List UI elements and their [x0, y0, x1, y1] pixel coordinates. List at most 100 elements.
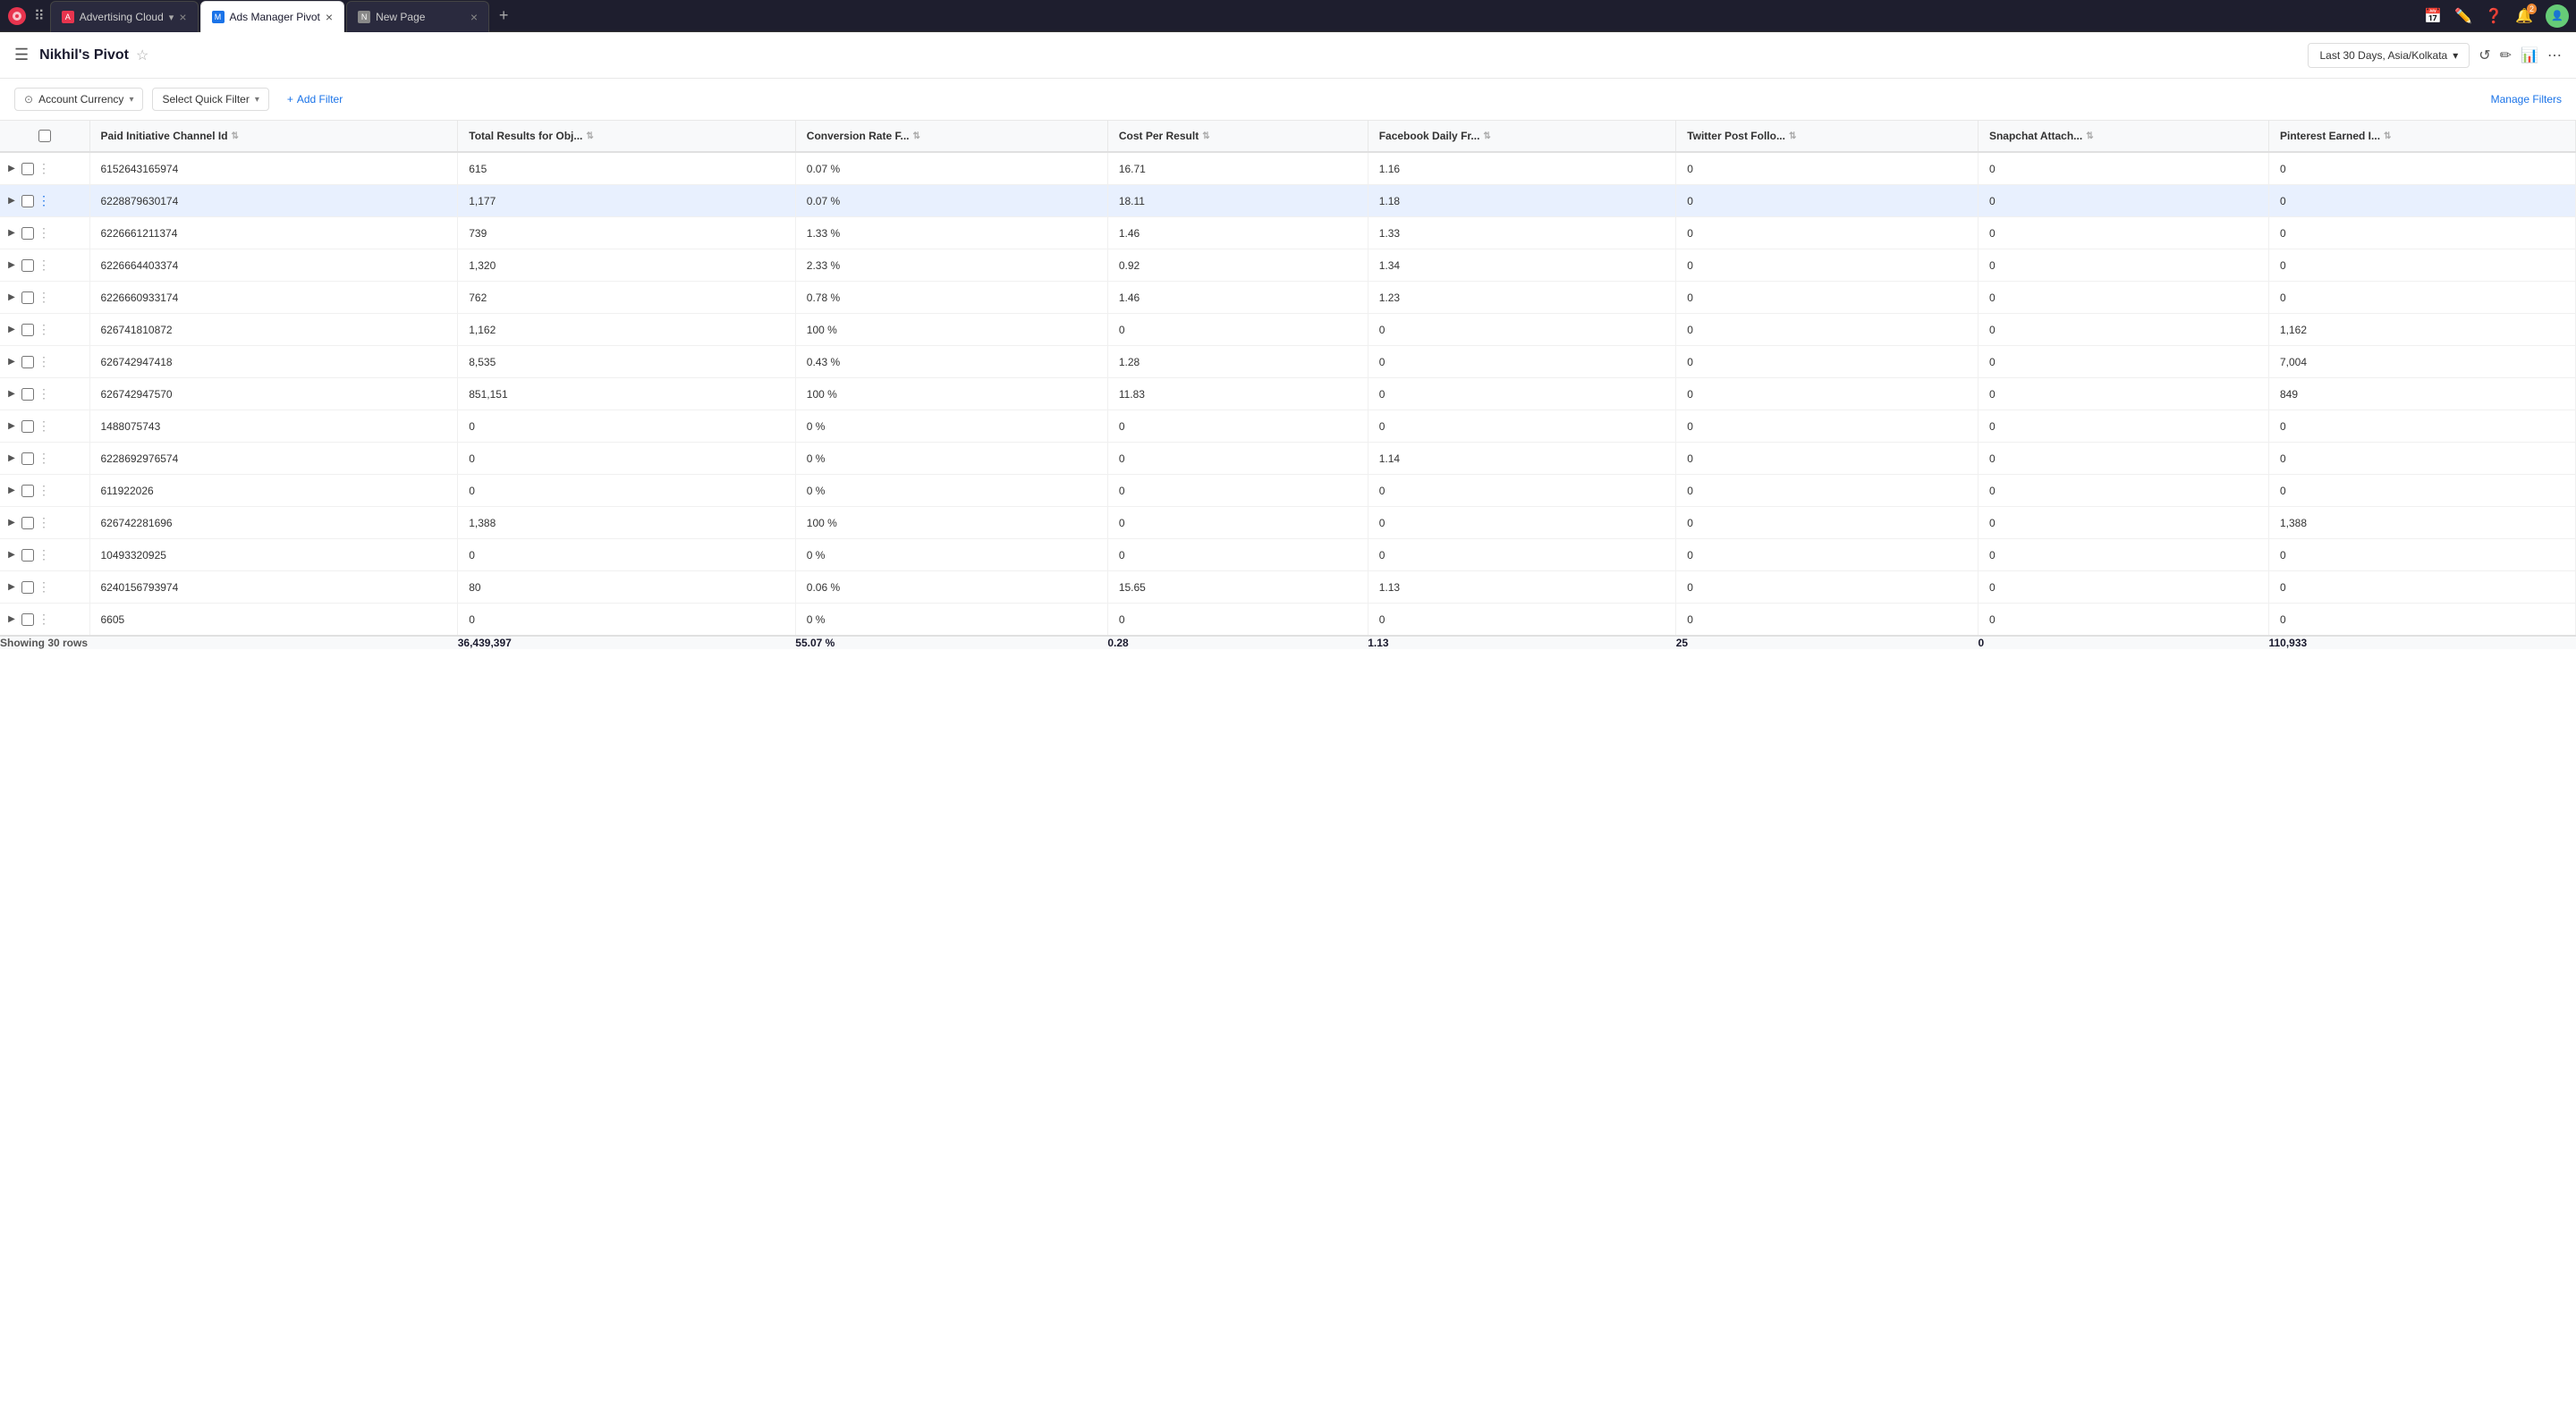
th-snapchat-attach[interactable]: Snapchat Attach... ⇅: [1978, 121, 2268, 152]
row-controls-cell-2: ▶ ⋮: [0, 217, 89, 249]
row-controls-cell-0: ▶ ⋮: [0, 152, 89, 185]
row-controls-cell-14: ▶ ⋮: [0, 604, 89, 637]
app-logo[interactable]: [7, 0, 27, 31]
row-checkbox-8[interactable]: [21, 420, 34, 433]
th-cost-per-result[interactable]: Cost Per Result ⇅: [1107, 121, 1368, 152]
row-expand-btn-7[interactable]: ▶: [5, 389, 18, 399]
row-expand-btn-9[interactable]: ▶: [5, 453, 18, 463]
tab-close-advertising-cloud[interactable]: ×: [179, 11, 186, 23]
favorite-star-icon[interactable]: ☆: [136, 46, 148, 64]
account-currency-filter[interactable]: ⊙ Account Currency ▾: [14, 88, 143, 111]
manage-filters-link[interactable]: Manage Filters: [2491, 93, 2562, 106]
hamburger-menu[interactable]: ☰: [14, 46, 29, 64]
th-conversion-rate[interactable]: Conversion Rate F... ⇅: [795, 121, 1107, 152]
row-menu-14[interactable]: ⋮: [38, 612, 50, 627]
row-checkbox-1[interactable]: [21, 195, 34, 207]
row-menu-0[interactable]: ⋮: [38, 161, 50, 176]
row-menu-10[interactable]: ⋮: [38, 483, 50, 498]
row-menu-4[interactable]: ⋮: [38, 290, 50, 305]
row-menu-3[interactable]: ⋮: [38, 258, 50, 273]
row-menu-11[interactable]: ⋮: [38, 515, 50, 530]
user-avatar[interactable]: 👤: [2546, 4, 2569, 28]
tab-dropdown-advertising-cloud[interactable]: ▾: [169, 12, 174, 23]
row-checkbox-5[interactable]: [21, 324, 34, 336]
row-facebook-daily-7: 0: [1368, 378, 1675, 410]
row-expand-btn-6[interactable]: ▶: [5, 357, 18, 367]
th-total-results[interactable]: Total Results for Obj... ⇅: [458, 121, 796, 152]
row-expand-btn-12[interactable]: ▶: [5, 550, 18, 560]
row-checkbox-14[interactable]: [21, 613, 34, 626]
data-table-wrapper: Paid Initiative Channel Id ⇅ Total Resul…: [0, 121, 2576, 649]
row-expand-btn-14[interactable]: ▶: [5, 614, 18, 624]
quick-filter-dropdown-arrow: ▾: [255, 95, 259, 105]
row-menu-13[interactable]: ⋮: [38, 579, 50, 595]
row-pinterest-earned-8: 0: [2268, 410, 2575, 443]
row-menu-2[interactable]: ⋮: [38, 225, 50, 241]
row-checkbox-4[interactable]: [21, 291, 34, 304]
row-twitter-post-9: 0: [1676, 443, 1979, 475]
row-expand-btn-3[interactable]: ▶: [5, 260, 18, 270]
table-row: ▶ ⋮ 626741810872 1,162 100 % 0 0 0 0 1,1…: [0, 314, 2576, 346]
row-conversion-rate-6: 0.43 %: [795, 346, 1107, 378]
table-footer-row: Showing 30 rows 36,439,397 55.07 % 0.28 …: [0, 636, 2576, 649]
row-pinterest-earned-0: 0: [2268, 152, 2575, 185]
row-snapchat-attach-13: 0: [1978, 571, 2268, 604]
row-checkbox-12[interactable]: [21, 549, 34, 562]
row-snapchat-attach-7: 0: [1978, 378, 2268, 410]
row-expand-btn-4[interactable]: ▶: [5, 292, 18, 302]
quick-filter-label: Select Quick Filter: [162, 93, 249, 106]
th-pinterest-earned[interactable]: Pinterest Earned I... ⇅: [2268, 121, 2575, 152]
calendar-icon[interactable]: 📅: [2424, 7, 2442, 25]
row-cost-per-result-9: 0: [1107, 443, 1368, 475]
tab-close-ads-manager[interactable]: ×: [326, 11, 333, 23]
row-expand-btn-2[interactable]: ▶: [5, 228, 18, 238]
row-twitter-post-13: 0: [1676, 571, 1979, 604]
row-expand-btn-8[interactable]: ▶: [5, 421, 18, 431]
tab-new-page[interactable]: N New Page ×: [346, 1, 489, 32]
th-twitter-post[interactable]: Twitter Post Follo... ⇅: [1676, 121, 1979, 152]
row-menu-7[interactable]: ⋮: [38, 386, 50, 401]
more-icon[interactable]: ⋯: [2547, 46, 2562, 64]
row-menu-5[interactable]: ⋮: [38, 322, 50, 337]
app-grid-icon[interactable]: ⠿: [34, 0, 45, 31]
row-menu-8[interactable]: ⋮: [38, 418, 50, 434]
row-checkbox-11[interactable]: [21, 517, 34, 529]
header-checkbox[interactable]: [38, 130, 51, 142]
row-checkbox-3[interactable]: [21, 259, 34, 272]
chart-icon[interactable]: 📊: [2521, 46, 2538, 64]
row-menu-12[interactable]: ⋮: [38, 547, 50, 562]
bell-icon[interactable]: 🔔2: [2515, 7, 2533, 25]
row-checkbox-7[interactable]: [21, 388, 34, 401]
row-menu-1[interactable]: ⋮: [38, 193, 50, 208]
tab-advertising-cloud[interactable]: A Advertising Cloud ▾ ×: [50, 1, 199, 32]
row-checkbox-10[interactable]: [21, 485, 34, 497]
tab-ads-manager-pivot[interactable]: M Ads Manager Pivot ×: [200, 1, 345, 32]
row-expand-btn-0[interactable]: ▶: [5, 164, 18, 173]
row-expand-btn-11[interactable]: ▶: [5, 518, 18, 528]
row-conversion-rate-0: 0.07 %: [795, 152, 1107, 185]
row-menu-6[interactable]: ⋮: [38, 354, 50, 369]
quick-filter-select[interactable]: Select Quick Filter ▾: [152, 88, 268, 111]
row-expand-btn-1[interactable]: ▶: [5, 196, 18, 206]
row-checkbox-0[interactable]: [21, 163, 34, 175]
help-icon[interactable]: ❓: [2485, 7, 2503, 25]
row-checkbox-9[interactable]: [21, 452, 34, 465]
row-checkbox-6[interactable]: [21, 356, 34, 368]
row-expand-btn-13[interactable]: ▶: [5, 582, 18, 592]
add-filter-button[interactable]: + Add Filter: [278, 89, 352, 110]
row-checkbox-2[interactable]: [21, 227, 34, 240]
row-expand-btn-10[interactable]: ▶: [5, 486, 18, 495]
new-tab-button[interactable]: +: [491, 4, 516, 29]
edit-icon-tabbar[interactable]: ✏️: [2454, 7, 2472, 25]
edit-icon-topbar[interactable]: ✏: [2500, 46, 2512, 64]
row-expand-btn-5[interactable]: ▶: [5, 325, 18, 334]
row-menu-9[interactable]: ⋮: [38, 451, 50, 466]
th-paid-initiative[interactable]: Paid Initiative Channel Id ⇅: [89, 121, 458, 152]
date-range-button[interactable]: Last 30 Days, Asia/Kolkata ▾: [2308, 43, 2470, 68]
row-checkbox-13[interactable]: [21, 581, 34, 594]
tab-close-new-page[interactable]: ×: [470, 11, 478, 23]
footer-cost-per-result: 0.28: [1107, 636, 1368, 649]
refresh-icon[interactable]: ↺: [2479, 46, 2490, 64]
row-twitter-post-6: 0: [1676, 346, 1979, 378]
th-facebook-daily[interactable]: Facebook Daily Fr... ⇅: [1368, 121, 1675, 152]
